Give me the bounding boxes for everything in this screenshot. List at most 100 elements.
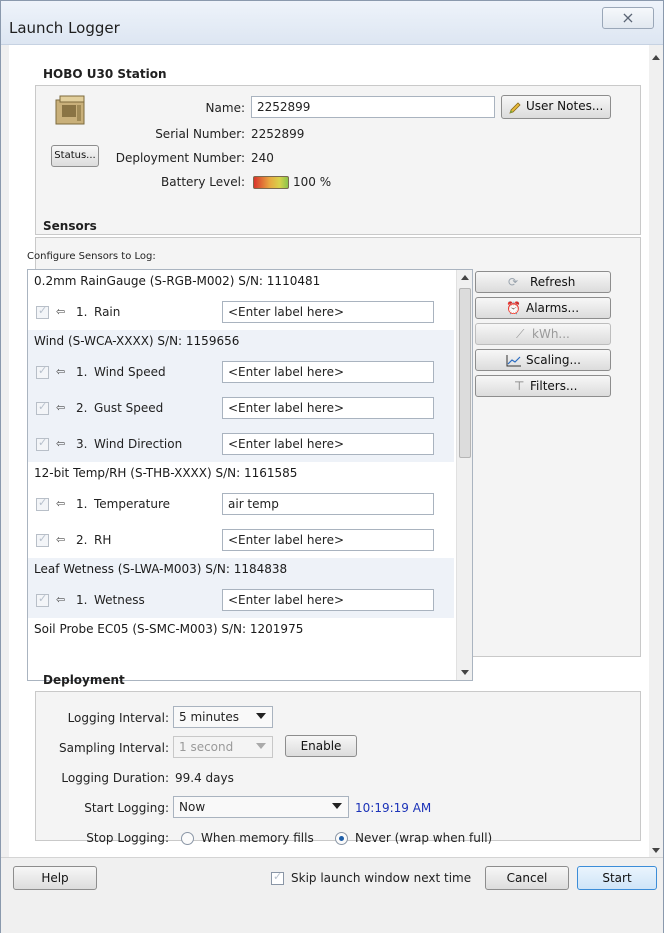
filters-button[interactable]: ⊤ Filters... bbox=[475, 375, 611, 397]
alarms-label: Alarms... bbox=[526, 301, 580, 315]
kwh-button[interactable]: ⟋ kWh... bbox=[475, 323, 611, 345]
sensor-name: Wind Direction bbox=[94, 437, 183, 451]
plug-icon: ⇦ bbox=[56, 365, 66, 378]
sensor-checkbox[interactable] bbox=[36, 400, 49, 415]
sensor-label-field[interactable]: <Enter label here> bbox=[222, 529, 434, 551]
scaling-label: Scaling... bbox=[526, 353, 581, 367]
user-notes-button[interactable]: User Notes... bbox=[501, 95, 611, 119]
alarms-button[interactable]: ⏰ Alarms... bbox=[475, 297, 611, 319]
scroll-down-arrow-icon[interactable] bbox=[652, 848, 660, 853]
sensor-label-field[interactable]: air temp bbox=[222, 493, 434, 515]
sensor-checkbox[interactable] bbox=[36, 496, 49, 511]
sensor-name: RH bbox=[94, 533, 112, 547]
launch-logger-window: Launch Logger ⨯ HOBO U30 Station Status.… bbox=[0, 0, 664, 933]
sensor-checkbox[interactable] bbox=[36, 436, 49, 451]
plug-icon: ⇦ bbox=[56, 401, 66, 414]
scroll-up-arrow-icon[interactable] bbox=[461, 275, 469, 280]
alarm-clock-icon: ⏰ bbox=[506, 301, 521, 315]
skip-launch-checkbox[interactable] bbox=[271, 870, 284, 885]
refresh-icon: ⟳ bbox=[508, 275, 519, 289]
chevron-down-icon bbox=[256, 743, 266, 749]
scroll-down-arrow-icon[interactable] bbox=[461, 670, 469, 675]
sensor-checkbox[interactable] bbox=[36, 304, 49, 319]
sensor-list[interactable]: 0.2mm RainGauge (S-RGB-M002) S/N: 111048… bbox=[27, 269, 473, 681]
battery-value: 100 % bbox=[293, 175, 332, 189]
sensor-name: Wetness bbox=[94, 593, 145, 607]
serial-value: 2252899 bbox=[251, 127, 305, 141]
deployment-number-label: Deployment Number: bbox=[115, 151, 245, 165]
sensor-checkbox[interactable] bbox=[36, 592, 49, 607]
sensor-name: Gust Speed bbox=[94, 401, 164, 415]
scrollbar-thumb[interactable] bbox=[459, 288, 471, 458]
stop-when-memory-fills-label: When memory fills bbox=[201, 831, 314, 845]
logging-duration-label: Logging Duration: bbox=[61, 771, 169, 785]
sensor-index: 3. bbox=[76, 437, 88, 451]
logging-duration-value: 99.4 days bbox=[175, 771, 234, 785]
plug-icon: ⇦ bbox=[56, 497, 66, 510]
user-notes-pencil-icon bbox=[509, 102, 521, 114]
start-logging-select[interactable]: Now bbox=[173, 796, 349, 818]
configure-sensors-label: Configure Sensors to Log: bbox=[27, 251, 156, 262]
start-time: 10:19:19 AM bbox=[355, 801, 432, 815]
close-button[interactable]: ⨯ bbox=[602, 7, 654, 29]
sensor-row: ⇦ 2. Gust Speed <Enter label here> bbox=[28, 390, 454, 426]
sensor-label-field[interactable]: <Enter label here> bbox=[222, 433, 434, 455]
sensor-group-header: 12-bit Temp/RH (S-THB-XXXX) S/N: 1161585 bbox=[34, 466, 298, 480]
start-button[interactable]: Start bbox=[577, 866, 657, 890]
sensor-list-scrollbar[interactable] bbox=[456, 270, 472, 680]
deployment-number-value: 240 bbox=[251, 151, 274, 165]
sensor-row: ⇦ 1. Rain <Enter label here> bbox=[28, 294, 454, 330]
scroll-up-arrow-icon[interactable] bbox=[652, 55, 660, 60]
sensor-label-field[interactable]: <Enter label here> bbox=[222, 397, 434, 419]
kwh-label: kWh... bbox=[532, 327, 570, 341]
logging-interval-value: 5 minutes bbox=[179, 710, 240, 724]
help-button[interactable]: Help bbox=[13, 866, 97, 890]
name-label: Name: bbox=[205, 101, 245, 115]
user-notes-label: User Notes... bbox=[526, 99, 604, 113]
deployment-section-title: Deployment bbox=[43, 673, 125, 687]
chevron-down-icon bbox=[332, 803, 342, 809]
station-section-title: HOBO U30 Station bbox=[43, 67, 167, 81]
sensor-name: Rain bbox=[94, 305, 121, 319]
dialog-scrollbar[interactable] bbox=[649, 45, 663, 857]
logging-interval-select[interactable]: 5 minutes bbox=[173, 706, 273, 728]
sensors-section-title: Sensors bbox=[43, 219, 97, 233]
plug-icon: ⇦ bbox=[56, 305, 66, 318]
dialog-footer: Help Skip launch window next time Cancel… bbox=[1, 857, 663, 933]
serial-label: Serial Number: bbox=[155, 127, 245, 141]
battery-label: Battery Level: bbox=[161, 175, 245, 189]
sensor-index: 1. bbox=[76, 497, 88, 511]
name-field[interactable]: 2252899 bbox=[251, 96, 495, 118]
start-logging-label: Start Logging: bbox=[84, 801, 169, 815]
sampling-interval-value: 1 second bbox=[179, 740, 234, 754]
sensor-group-header: Soil Probe EC05 (S-SMC-M003) S/N: 120197… bbox=[34, 622, 304, 636]
sensor-name: Wind Speed bbox=[94, 365, 166, 379]
sensor-checkbox[interactable] bbox=[36, 364, 49, 379]
logging-interval-label: Logging Interval: bbox=[67, 711, 169, 725]
refresh-button[interactable]: ⟳ Refresh bbox=[475, 271, 611, 293]
sensor-index: 1. bbox=[76, 305, 88, 319]
stop-never-radio[interactable] bbox=[335, 832, 348, 845]
scaling-chart-icon bbox=[506, 355, 521, 367]
start-logging-value: Now bbox=[179, 800, 206, 814]
plug-icon: ⇦ bbox=[56, 593, 66, 606]
sensor-checkbox[interactable] bbox=[36, 532, 49, 547]
stop-never-label: Never (wrap when full) bbox=[355, 831, 493, 845]
cancel-button[interactable]: Cancel bbox=[485, 866, 569, 890]
plug-icon: ⇦ bbox=[56, 533, 66, 546]
sampling-interval-select[interactable]: 1 second bbox=[173, 736, 273, 758]
enable-button[interactable]: Enable bbox=[285, 735, 357, 757]
sensor-label-field[interactable]: <Enter label here> bbox=[222, 361, 434, 383]
sensor-label-field[interactable]: <Enter label here> bbox=[222, 301, 434, 323]
skip-launch-label: Skip launch window next time bbox=[291, 871, 472, 885]
sensor-group-header: 0.2mm RainGauge (S-RGB-M002) S/N: 111048… bbox=[34, 274, 321, 288]
filters-label: Filters... bbox=[530, 379, 578, 393]
sensor-index: 2. bbox=[76, 533, 88, 547]
sensor-row: ⇦ 2. RH <Enter label here> bbox=[28, 522, 454, 558]
stop-logging-label: Stop Logging: bbox=[86, 831, 169, 845]
window-title: Launch Logger bbox=[9, 19, 120, 37]
scaling-button[interactable]: Scaling... bbox=[475, 349, 611, 371]
stop-when-memory-fills-radio[interactable] bbox=[181, 832, 194, 845]
title-bar: Launch Logger ⨯ bbox=[1, 1, 663, 45]
sensor-label-field[interactable]: <Enter label here> bbox=[222, 589, 434, 611]
